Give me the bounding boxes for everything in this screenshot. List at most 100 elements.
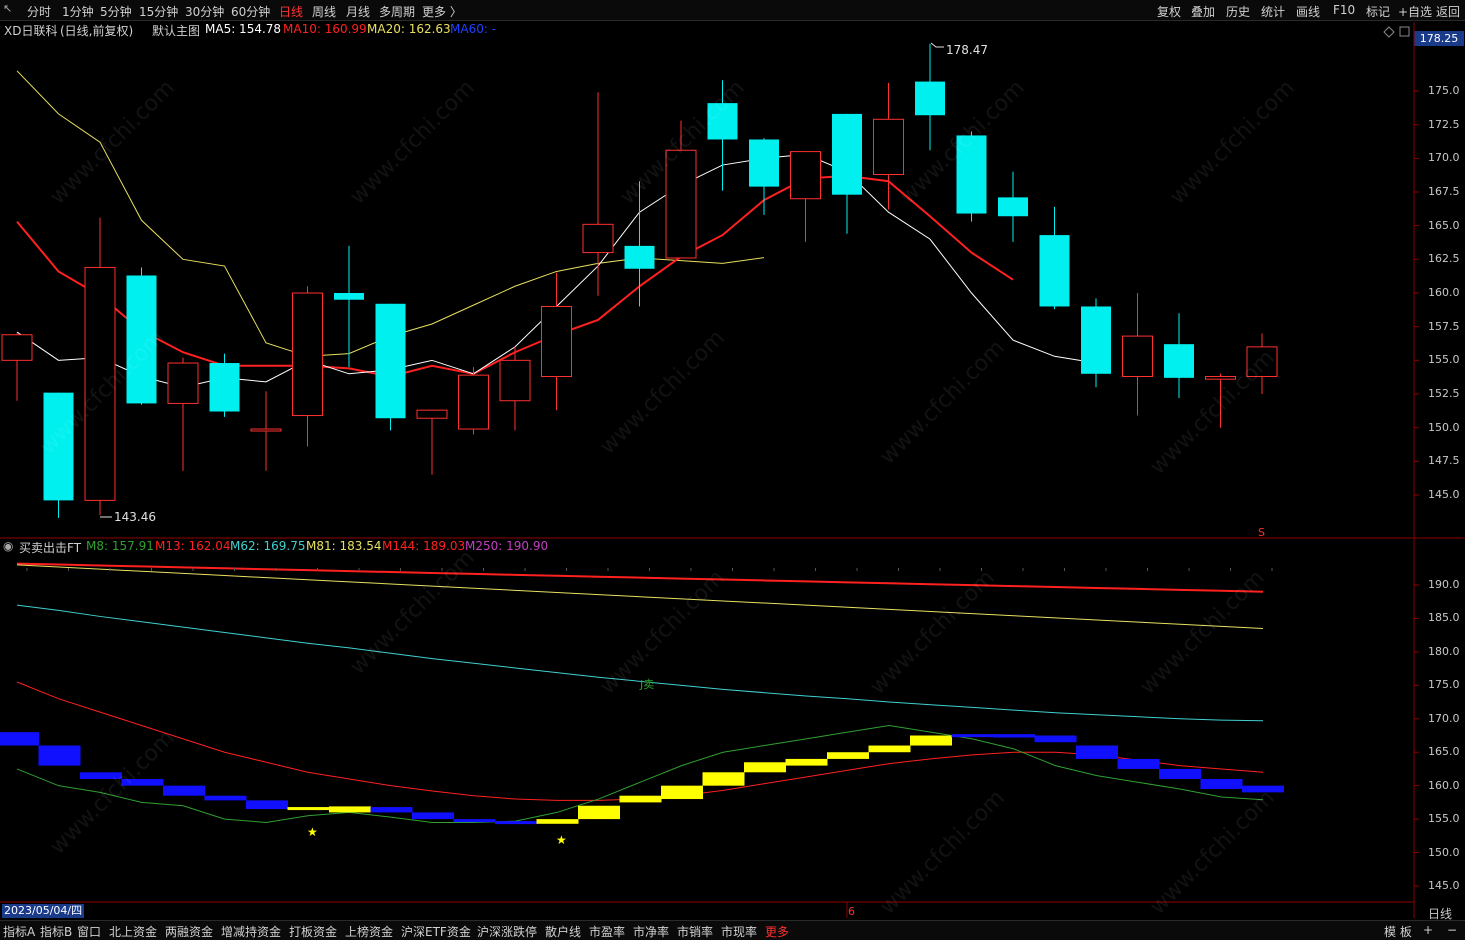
candle-body-up (458, 374, 489, 430)
tab-limit-up-funds[interactable]: 打板资金 (289, 923, 337, 940)
collapse-icon[interactable]: ◉ (3, 539, 13, 553)
sell-block (993, 734, 1035, 738)
bottom-tabbar: 指标A 指标B 窗口 北上资金 两融资金 增减持资金 打板资金 上榜资金 沪深E… (0, 920, 1465, 940)
buy-block (619, 795, 662, 803)
m62-label: M62: 169.75 (230, 539, 306, 553)
main-axis-label: 160.0 (1428, 286, 1460, 299)
cursor-date: 2023/05/04/四 (2, 904, 85, 918)
candle-body-up (873, 118, 904, 175)
candle-body-down (832, 113, 862, 195)
sub-axis-label: 165.0 (1428, 745, 1460, 759)
sub-axis-label: 155.0 (1428, 812, 1460, 826)
sell-block (453, 819, 496, 823)
candle-body-up (167, 362, 199, 404)
sub-axis-label: 180.0 (1428, 644, 1460, 658)
tab-window[interactable]: 窗口 (77, 923, 101, 940)
candle-body-down (915, 81, 945, 116)
sell-block (370, 807, 413, 813)
tab-northbound[interactable]: 北上资金 (109, 923, 157, 940)
sell-block (1200, 778, 1243, 790)
candle-body-up (582, 223, 614, 254)
candle-body-down (334, 293, 364, 300)
diamond-icon (1383, 26, 1395, 38)
m13-label: M13: 162.04 (155, 539, 231, 553)
sell-marker: S (1258, 526, 1265, 539)
main-axis-label: 167.5 (1428, 185, 1460, 198)
candle-body-down (209, 363, 240, 412)
zoom-out-button[interactable]: − (1447, 923, 1457, 937)
sell-block (38, 745, 81, 766)
tab-etf-funds[interactable]: 沪深ETF资金 (401, 923, 471, 940)
buy-block (702, 772, 745, 786)
sell-block (204, 795, 247, 801)
candle-body-down (624, 245, 655, 269)
sub-axis-label: 145.0 (1428, 879, 1460, 892)
sub-axis-label: 160.0 (1428, 778, 1460, 792)
sell-block (951, 734, 994, 738)
buy-star-icon: ★ (556, 833, 567, 847)
sell-block (163, 785, 205, 796)
buy-block (785, 758, 828, 766)
sell-block (246, 800, 288, 810)
tab-margin[interactable]: 两融资金 (165, 923, 213, 940)
tab-indicator-b[interactable]: 指标B (40, 923, 72, 940)
main-axis-label: 147.5 (1428, 454, 1460, 468)
candle-body-up (499, 359, 531, 402)
tab-holdings-change[interactable]: 增减持资金 (221, 923, 281, 940)
buy-block (578, 805, 620, 820)
candle-body-down (1164, 344, 1194, 378)
template-button[interactable]: 模 板 (1384, 923, 1412, 940)
indicator-name[interactable]: 买卖出击FT (19, 539, 81, 556)
high-annotation: 178.47 (946, 43, 988, 57)
tab-pb[interactable]: 市净率 (633, 923, 669, 940)
sub-axis-label: 175.0 (1428, 678, 1460, 692)
buy-block (910, 735, 952, 746)
low-annotation: 143.46 (114, 510, 156, 524)
tab-top-list-funds[interactable]: 上榜资金 (345, 923, 393, 940)
sub-axis-label: 170.0 (1428, 711, 1460, 725)
candle-body-up (250, 428, 282, 432)
buy-block (868, 745, 911, 753)
m144-label: M144: 189.03 (382, 539, 466, 553)
buy-block (744, 762, 786, 773)
candle-body-down (998, 197, 1028, 217)
buy-block (287, 807, 330, 811)
m250-label: M250: 190.90 (465, 539, 549, 553)
candle-body-up (416, 409, 448, 419)
candle-body-down (749, 139, 779, 187)
sell-block (0, 732, 39, 746)
zoom-in-button[interactable]: + (1423, 923, 1433, 937)
main-axis-label: 155.0 (1428, 353, 1460, 367)
sub-axis-label: 150.0 (1428, 845, 1460, 859)
tab-pe[interactable]: 市盈率 (589, 923, 625, 940)
sell-block (412, 812, 454, 820)
sell-block (1117, 758, 1160, 769)
signal-label: J卖 (639, 678, 654, 691)
candle-body-up (1122, 335, 1153, 377)
tab-more[interactable]: 更多 (765, 923, 789, 940)
tab-pcf[interactable]: 市现率 (721, 923, 757, 940)
sell-block (1159, 768, 1201, 779)
sell-block (495, 821, 537, 825)
tab-indicator-a[interactable]: 指标A (3, 923, 35, 940)
tab-retail-line[interactable]: 散户线 (545, 923, 581, 940)
main-axis-label: 165.0 (1428, 218, 1460, 232)
m81-label: M81: 183.54 (306, 539, 382, 553)
tab-ps[interactable]: 市销率 (677, 923, 713, 940)
buy-block (661, 785, 703, 800)
sell-block (1034, 735, 1077, 743)
maximize-icon (1399, 26, 1410, 37)
main-axis-label: 162.5 (1428, 252, 1460, 266)
candle-body-up (790, 151, 821, 200)
candle-body-down (1039, 235, 1070, 307)
candle-body-down (375, 303, 406, 419)
candle-body-up (541, 305, 572, 377)
month-marker: 6 (848, 905, 855, 918)
main-axis-label: 152.5 (1428, 387, 1460, 400)
main-axis-label: 157.5 (1428, 319, 1460, 333)
candle-body-up (292, 292, 323, 417)
tab-limit-stats[interactable]: 沪深涨跌停 (477, 923, 537, 940)
buy-block (536, 819, 579, 824)
sub-axis-label: 185.0 (1428, 611, 1460, 625)
candle-body-up (1, 334, 33, 361)
